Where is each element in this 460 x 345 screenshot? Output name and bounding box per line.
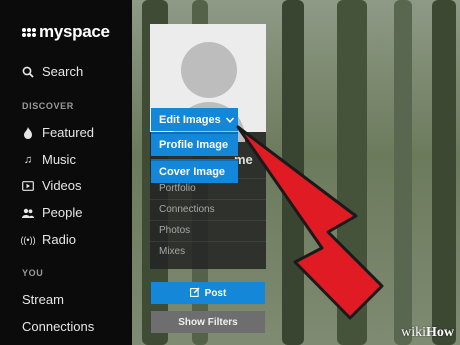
profile-link-photos[interactable]: Photos <box>150 220 266 240</box>
wikihow-watermark: wikiHow <box>401 325 454 340</box>
logo-dots-icon <box>22 27 36 37</box>
sidebar-item-featured[interactable]: Featured <box>22 125 94 140</box>
video-icon <box>22 180 34 192</box>
profile-link-connections[interactable]: Connections <box>150 199 266 219</box>
logo-text: myspace <box>39 22 110 41</box>
sidebar-item-videos[interactable]: Videos <box>22 178 82 193</box>
radio-icon: ((•)) <box>20 234 36 245</box>
edit-square-icon <box>189 286 200 300</box>
sidebar-item-stream[interactable]: Stream <box>22 292 64 307</box>
sidebar-item-label: People <box>42 205 83 220</box>
sidebar-item-label: Featured <box>42 125 95 140</box>
edit-images-label: Edit Images <box>159 113 221 126</box>
cover-image-option[interactable]: Cover Image <box>151 159 238 183</box>
sidebar: myspace Search DISCOVER Featured ♫ Music… <box>0 0 132 345</box>
sidebar-item-search[interactable]: Search <box>22 64 83 79</box>
post-button[interactable]: Post <box>151 282 265 304</box>
profile-image-option[interactable]: Profile Image <box>151 132 238 156</box>
flame-icon <box>22 126 34 139</box>
show-filters-button[interactable]: Show Filters <box>151 311 265 333</box>
myspace-logo[interactable]: myspace <box>22 22 110 42</box>
sidebar-item-radio[interactable]: ((•)) Radio <box>20 232 76 247</box>
sidebar-item-connections[interactable]: Connections <box>22 319 94 334</box>
search-icon <box>22 66 34 78</box>
sidebar-item-label: Music <box>42 152 76 167</box>
chevron-down-icon <box>225 114 234 126</box>
avatar-head-shape <box>181 42 237 98</box>
music-note-icon: ♫ <box>23 153 33 166</box>
search-label: Search <box>42 64 84 79</box>
sidebar-item-people[interactable]: People <box>22 205 82 220</box>
you-heading: YOU <box>22 268 44 278</box>
edit-images-button[interactable]: Edit Images <box>151 108 238 131</box>
sidebar-item-music[interactable]: ♫ Music <box>22 152 76 167</box>
people-icon <box>22 207 34 219</box>
sidebar-item-label: Radio <box>42 232 76 247</box>
post-label: Post <box>204 287 227 299</box>
sidebar-item-label: Videos <box>42 178 82 193</box>
discover-heading: DISCOVER <box>22 101 74 111</box>
profile-link-mixes[interactable]: Mixes <box>150 241 266 261</box>
